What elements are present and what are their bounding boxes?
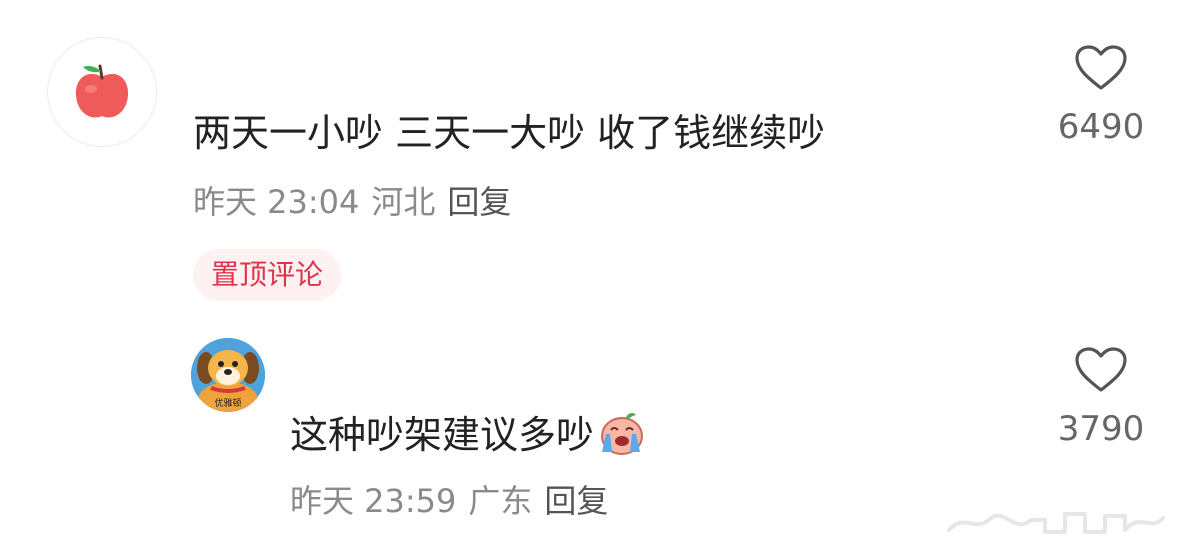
comment-meta: 昨天 23:04 河北 回复 [193,182,523,222]
like-count: 3790 [1057,409,1145,449]
user-avatar[interactable] [48,38,156,146]
reply-button[interactable]: 回复 [447,183,511,221]
comment-location: 河北 [371,183,436,221]
comment-location: 广东 [468,482,533,520]
user-avatar[interactable]: 优雅顿 [191,338,265,412]
crying-emoji-icon [601,412,644,455]
comment-text: 这种吵架建议多吵 [290,410,644,458]
like-button[interactable]: 6490 [1041,44,1161,148]
watermark-graphic [947,512,1165,534]
comment-meta: 昨天 23:59 广东 回复 [290,481,620,521]
comment-text-body: 这种吵架建议多吵 [290,413,595,457]
like-count: 6490 [1057,107,1145,147]
heart-icon [1075,45,1127,90]
heart-icon [1075,347,1127,392]
comment-time: 昨天 23:04 [193,183,360,221]
avatar-caption: 优雅顿 [214,397,241,409]
pinned-comment-badge: 置顶评论 [193,249,342,301]
dog-icon: 优雅顿 [191,338,265,412]
comment-time: 昨天 23:59 [290,482,457,520]
apple-icon [75,64,129,118]
comment-text: 两天一小吵 三天一大吵 收了钱继续吵 [193,111,826,155]
reply-button[interactable]: 回复 [544,482,608,520]
like-button[interactable]: 3790 [1041,346,1161,450]
